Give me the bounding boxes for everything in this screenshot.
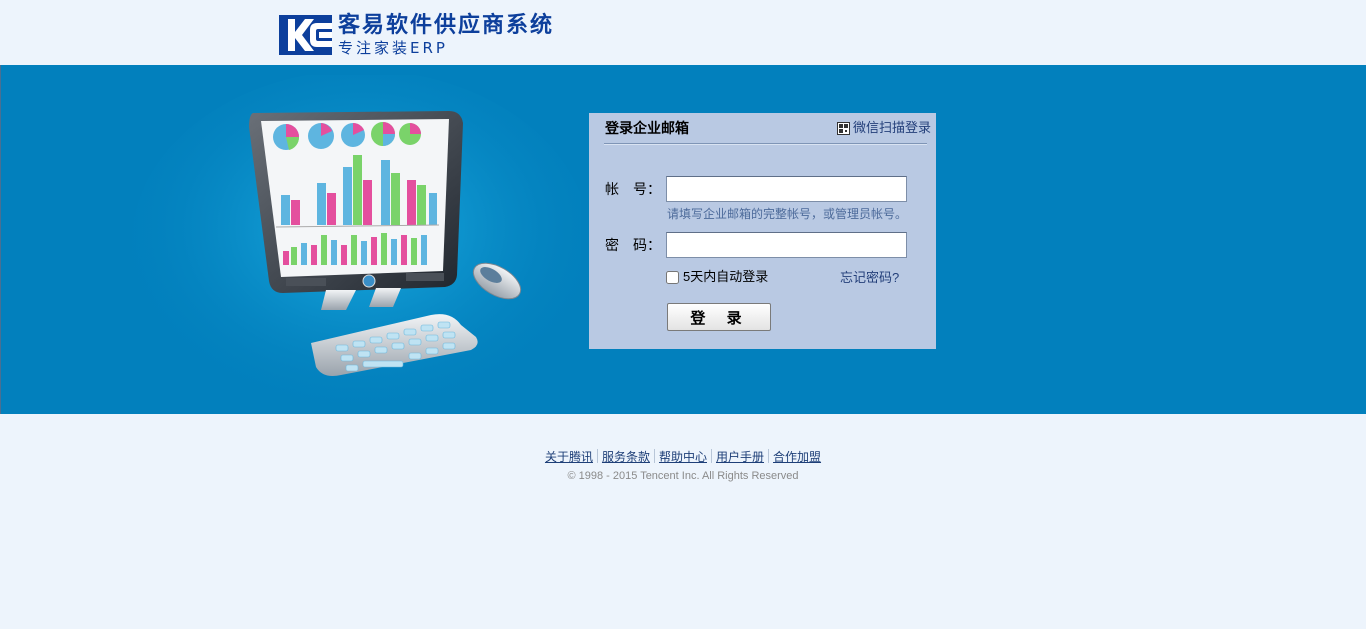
footer-link-manual[interactable]: 用户手册 bbox=[716, 450, 764, 464]
footer-separator bbox=[653, 449, 655, 463]
login-button[interactable]: 登 录 bbox=[667, 303, 771, 331]
account-input[interactable] bbox=[666, 176, 907, 202]
account-hint: 请填写企业邮箱的完整帐号，或管理员帐号。 bbox=[667, 207, 908, 221]
panel-divider bbox=[604, 143, 927, 145]
computer-illustration bbox=[131, 75, 581, 405]
footer-link-about[interactable]: 关于腾讯 bbox=[545, 450, 593, 464]
footer-link-partner[interactable]: 合作加盟 bbox=[773, 450, 821, 464]
password-input[interactable] bbox=[666, 232, 907, 258]
login-panel: 登录企业邮箱 微信扫描登录 帐 号： 请填写企业邮箱的完整帐号，或管理员帐号。 … bbox=[589, 113, 936, 349]
forgot-password-link[interactable]: 忘记密码? bbox=[840, 270, 899, 286]
remember-me[interactable]: 5天内自动登录 bbox=[666, 269, 768, 285]
footer-separator bbox=[768, 449, 770, 463]
password-label: 密 码： bbox=[605, 237, 661, 253]
qr-code-icon bbox=[837, 121, 850, 135]
footer-separator bbox=[596, 449, 598, 463]
footer-link-terms[interactable]: 服务条款 bbox=[602, 450, 650, 464]
remember-me-label: 5天内自动登录 bbox=[683, 269, 769, 284]
account-label: 帐 号： bbox=[605, 181, 661, 197]
panel-title: 登录企业邮箱 bbox=[605, 121, 689, 137]
wechat-qr-login-link[interactable]: 微信扫描登录 bbox=[837, 120, 931, 136]
header: 客易软件供应商系统 专注家装ERP bbox=[0, 0, 1366, 65]
footer-links: 关于腾讯 服务条款 帮助中心 用户手册 合作加盟 bbox=[0, 449, 1366, 465]
remember-me-checkbox[interactable] bbox=[666, 270, 679, 284]
logo-title: 客易软件供应商系统 bbox=[338, 13, 555, 38]
logo-mark-icon bbox=[279, 15, 332, 55]
copyright: © 1998 - 2015 Tencent Inc. All Rights Re… bbox=[567, 470, 799, 482]
logo: 客易软件供应商系统 专注家装ERP bbox=[279, 13, 599, 57]
logo-subtitle: 专注家装ERP bbox=[338, 39, 448, 57]
banner: 登录企业邮箱 微信扫描登录 帐 号： 请填写企业邮箱的完整帐号，或管理员帐号。 … bbox=[0, 65, 1366, 414]
footer-link-help[interactable]: 帮助中心 bbox=[659, 450, 707, 464]
footer-separator bbox=[711, 449, 712, 463]
qr-login-label[interactable]: 微信扫描登录 bbox=[853, 120, 931, 136]
